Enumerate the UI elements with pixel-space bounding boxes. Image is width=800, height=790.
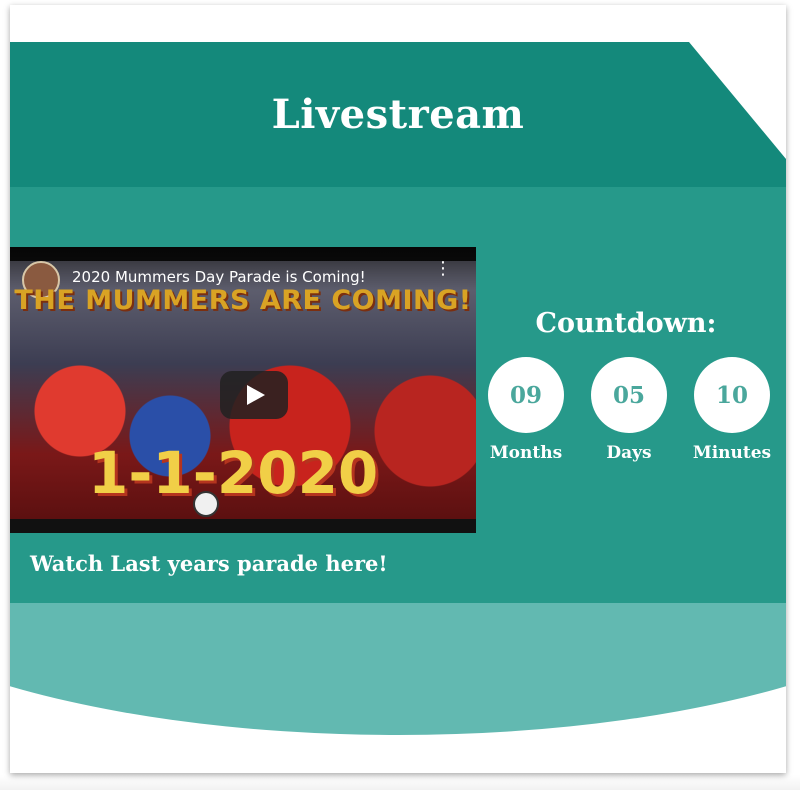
countdown-months-label: Months [489, 443, 563, 463]
video-date-text: 1-1-2020 [88, 439, 379, 507]
header-banner: Livestream [10, 42, 786, 187]
page-title: Livestream [271, 91, 525, 138]
countdown-months: 09 Months [476, 357, 576, 463]
video-caption: Watch Last years parade here! [30, 551, 388, 576]
countdown-months-value: 09 [488, 357, 564, 433]
countdown-minutes-value: 10 [694, 357, 770, 433]
countdown-minutes-label: Minutes [692, 443, 772, 463]
countdown-minutes: 10 Minutes [682, 357, 782, 463]
page-frame: Livestream 2020 Mummers Day Parade is Co… [10, 5, 786, 773]
countdown-days-label: Days [606, 443, 652, 463]
page-bottom-shade [0, 775, 800, 790]
countdown-title: Countdown: [535, 308, 717, 339]
video-player[interactable]: 2020 Mummers Day Parade is Coming! ⋮ THE… [10, 247, 476, 533]
countdown-days-value: 05 [591, 357, 667, 433]
channel-watermark-icon [193, 491, 219, 517]
video-title[interactable]: 2020 Mummers Day Parade is Coming! [72, 268, 366, 286]
countdown-days: 05 Days [579, 357, 679, 463]
video-banner-text: THE MUMMERS ARE COMING! [14, 285, 472, 316]
play-icon[interactable] [220, 371, 288, 419]
